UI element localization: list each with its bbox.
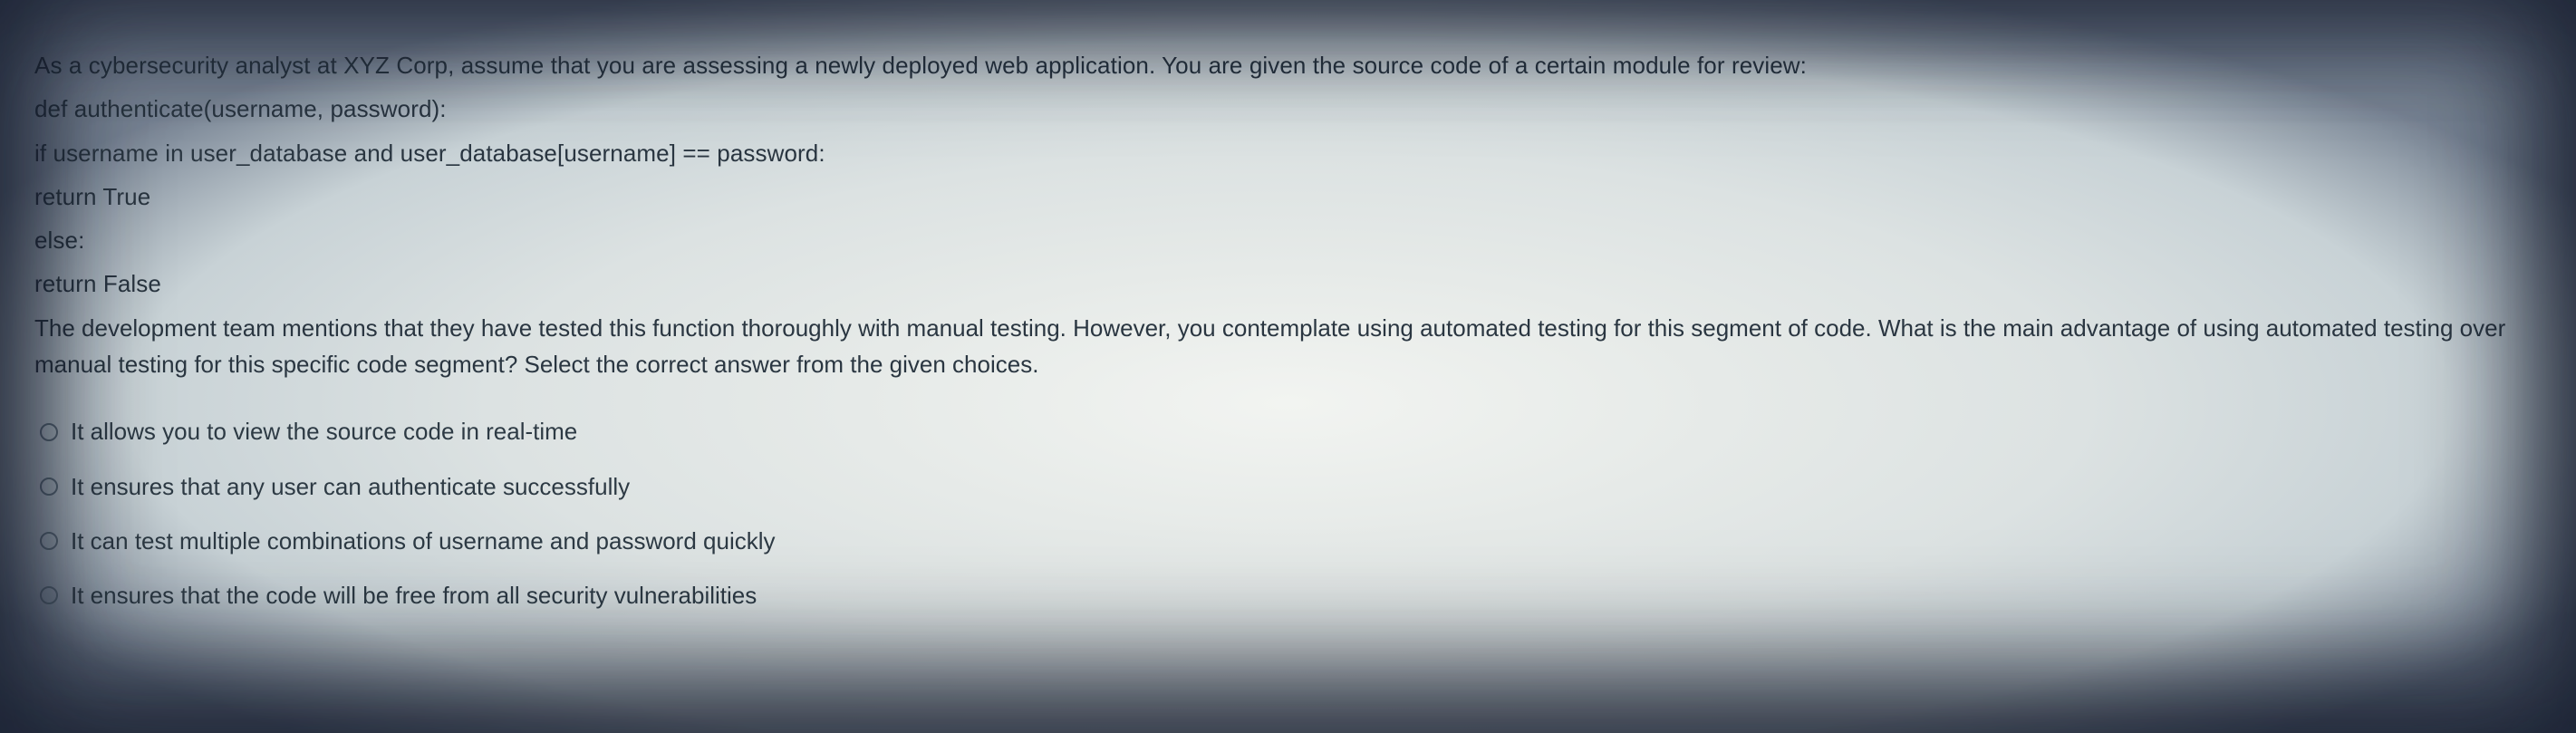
question-line-7: The development team mentions that they … <box>34 310 2522 383</box>
question-line-6: return False <box>34 265 2522 302</box>
radio-icon[interactable] <box>40 532 58 550</box>
question-block: As a cybersecurity analyst at XYZ Corp, … <box>34 42 2522 651</box>
radio-icon[interactable] <box>40 586 58 604</box>
question-line-4: return True <box>34 178 2522 215</box>
choice-label: It can test multiple combinations of use… <box>71 523 776 559</box>
choice-option-2[interactable]: It ensures that any user can authenticat… <box>34 468 2522 505</box>
question-line-1: As a cybersecurity analyst at XYZ Corp, … <box>34 47 2522 83</box>
question-line-2: def authenticate(username, password): <box>34 91 2522 127</box>
question-line-5: else: <box>34 222 2522 258</box>
radio-icon[interactable] <box>40 423 58 441</box>
choice-option-4[interactable]: It ensures that the code will be free fr… <box>34 577 2522 613</box>
radio-icon[interactable] <box>40 477 58 496</box>
choice-option-3[interactable]: It can test multiple combinations of use… <box>34 523 2522 559</box>
choice-label: It ensures that any user can authenticat… <box>71 468 630 505</box>
choice-label: It ensures that the code will be free fr… <box>71 577 757 613</box>
choice-option-1[interactable]: It allows you to view the source code in… <box>34 413 2522 449</box>
choice-label: It allows you to view the source code in… <box>71 413 577 449</box>
question-line-3: if username in user_database and user_da… <box>34 135 2522 171</box>
answer-choices: It allows you to view the source code in… <box>34 413 2522 650</box>
